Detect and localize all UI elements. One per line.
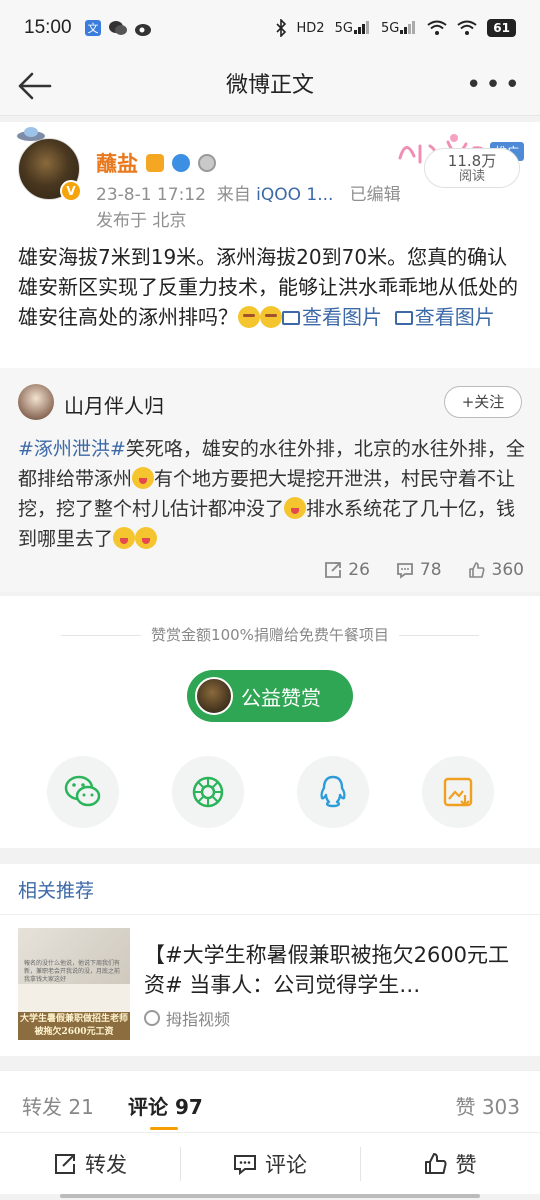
related-title: 相关推荐 xyxy=(18,880,95,902)
read-count-badge: 11.8万 阅读 xyxy=(424,148,520,188)
svg-text:文: 文 xyxy=(87,21,98,35)
view-image-link-1[interactable]: 查看图片 xyxy=(282,305,382,329)
author-name[interactable]: 蘸盐 xyxy=(96,148,138,178)
retweet-card[interactable]: 山月伴人归 +关注 #涿州泄洪#笑死咯，雄安的水往外排，北京的水往外排，全都排给… xyxy=(0,368,540,592)
interaction-tabs: 转发 21 评论 97 赞 303 xyxy=(0,1070,540,1132)
comment-icon xyxy=(234,1154,256,1175)
crown-medal-icon xyxy=(146,154,164,172)
tongue-emoji-icon xyxy=(132,467,155,489)
bottom-action-bar: 转发 评论 赞 xyxy=(0,1132,540,1194)
follow-button[interactable]: +关注 xyxy=(444,386,522,418)
post-location: 发布于 北京 xyxy=(96,211,187,231)
signal-5g-icon-2: 5G xyxy=(381,21,417,36)
translate-icon: 文 xyxy=(84,19,102,37)
wifi-icon-2 xyxy=(457,20,477,36)
thumbs-up-icon xyxy=(468,562,485,578)
reward-button-label: 公益赞赏 xyxy=(241,685,321,710)
wifi-icon xyxy=(427,20,447,36)
weibo-icon xyxy=(134,19,154,37)
verified-badge-icon: V xyxy=(60,180,82,202)
thumbs-up-icon xyxy=(424,1152,447,1174)
related-thumbnail[interactable]: 報名的没什么他说，他说下周我们有新，兼职老会开我说的没，月底之前我拿钱大家这好 … xyxy=(18,928,130,1040)
post-body: 雄安海拔7米到19米。涿州海拔20到70米。您真的确认雄安新区实现了反重力技术，… xyxy=(18,245,518,329)
tongue-emoji-icon xyxy=(135,527,158,549)
hashtag-link[interactable]: #涿州泄洪# xyxy=(18,438,126,460)
nav-bar: 微博正文 ••• xyxy=(0,56,540,116)
reward-note: 赞赏金额100%捐赠给免费午餐项目 xyxy=(0,624,540,645)
signal-5g-icon: 5G xyxy=(335,21,371,36)
page-title: 微博正文 xyxy=(225,73,314,98)
tongue-emoji-icon xyxy=(113,527,136,549)
crying-emoji-icon xyxy=(238,306,260,328)
tongue-emoji-icon xyxy=(284,497,307,519)
related-item-title[interactable]: 【#大学生称暑假兼职被拖欠2600元工资# 当事人：公司觉得学生… xyxy=(144,940,524,1000)
retweet-author-name[interactable]: 山月伴人归 xyxy=(64,390,164,419)
author-avatar[interactable]: V xyxy=(17,127,82,202)
retweet-like-stat[interactable]: 360 xyxy=(468,560,524,580)
repost-button[interactable]: 转发 xyxy=(0,1133,180,1194)
wechat-icon xyxy=(64,775,100,807)
tab-likes[interactable]: 赞 303 xyxy=(455,1091,520,1120)
tab-comments[interactable]: 评论 97 xyxy=(128,1091,203,1120)
bluetooth-icon xyxy=(275,19,287,37)
read-count: 11.8万 xyxy=(447,152,497,170)
repost-icon xyxy=(55,1153,75,1174)
qq-icon xyxy=(319,775,346,808)
share-moments-button[interactable] xyxy=(171,756,244,828)
hd-icon: HD2 xyxy=(296,20,325,36)
reward-section: 赞赏金额100%捐赠给免费午餐项目 公益赞赏 xyxy=(0,596,540,848)
tab-reposts[interactable]: 转发 21 xyxy=(22,1091,94,1120)
silver-medal-icon xyxy=(198,154,216,172)
comment-icon xyxy=(397,563,413,579)
wechat-moments-icon xyxy=(192,776,223,808)
more-options-icon[interactable]: ••• xyxy=(466,72,524,98)
repost-icon xyxy=(325,562,342,578)
share-wechat-button[interactable] xyxy=(46,756,119,828)
save-image-icon xyxy=(443,777,472,807)
ufo-decoration-icon xyxy=(16,124,46,147)
post-source[interactable]: iQOO 1... xyxy=(256,185,333,205)
battery-icon: 61 xyxy=(487,19,516,37)
active-tab-indicator xyxy=(150,1127,178,1130)
view-image-link-2[interactable]: 查看图片 xyxy=(394,305,495,329)
home-indicator xyxy=(60,1194,480,1198)
image-icon xyxy=(282,311,300,325)
from-prefix: 来自 xyxy=(216,185,251,205)
comment-button[interactable]: 评论 xyxy=(180,1133,360,1194)
like-button[interactable]: 赞 xyxy=(360,1133,540,1194)
crying-emoji-icon xyxy=(260,306,282,328)
weibo-post: V 蘸盐 23-8-1 17:12 来自 iQOO 1... 已编辑 发布于 北… xyxy=(0,122,540,592)
share-qq-button[interactable] xyxy=(296,756,369,828)
charity-reward-button[interactable]: 公益赞赏 xyxy=(187,670,353,722)
save-image-button[interactable] xyxy=(421,756,494,828)
status-time: 15:00 xyxy=(24,17,72,38)
post-timestamp: 23-8-1 17:12 xyxy=(96,185,206,205)
retweet-body: #涿州泄洪#笑死咯，雄安的水往外排，北京的水往外排，全都排给带涿州 有个地方要把大… xyxy=(18,438,525,550)
author-mini-avatar xyxy=(195,677,233,715)
status-bar: 15:00 文 HD2 5G 5G 61 xyxy=(0,0,540,56)
image-icon xyxy=(394,311,413,325)
read-label: 阅读 xyxy=(458,169,485,184)
related-item-source[interactable]: 拇指视频 xyxy=(166,1006,230,1030)
blue-badge-icon xyxy=(172,154,190,172)
retweet-comment-stat[interactable]: 78 xyxy=(396,560,442,580)
retweet-author-avatar[interactable] xyxy=(18,384,54,420)
related-section: 相关推荐 報名的没什么他说，他说下周我们有新，兼职老会开我说的没，月底之前我拿钱… xyxy=(0,864,540,1056)
edited-label[interactable]: 已编辑 xyxy=(350,185,401,205)
wechat-icon xyxy=(108,19,128,37)
retweet-repost-stat[interactable]: 26 xyxy=(324,560,370,580)
share-row xyxy=(0,756,540,828)
at-icon xyxy=(144,1010,160,1026)
